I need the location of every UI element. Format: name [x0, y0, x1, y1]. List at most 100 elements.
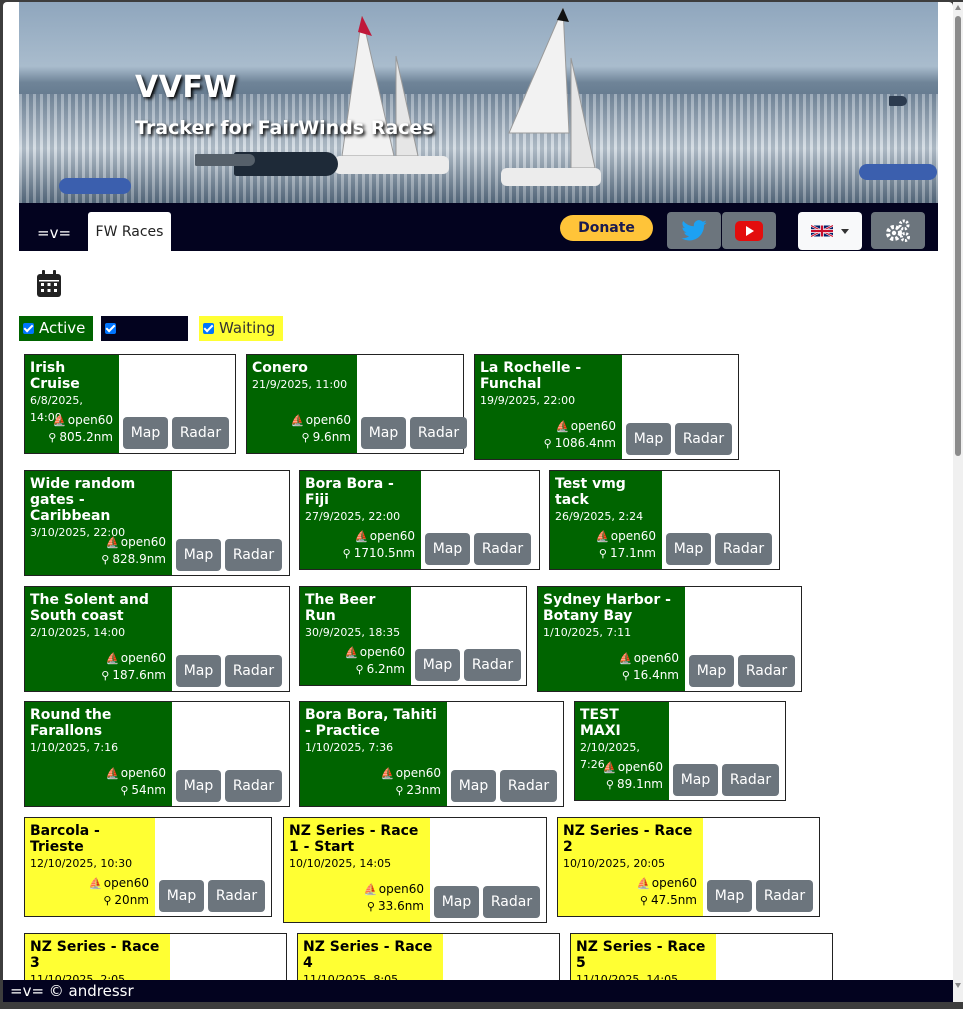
race-info: Conero 21/9/2025, 11:00 ⛵open60 ⚲ 9.6nm	[247, 355, 357, 453]
route-icon: ⚲	[101, 553, 110, 566]
checkbox-checked-icon	[23, 323, 34, 334]
map-button[interactable]: Map	[673, 764, 718, 796]
race-date: 10/10/2025, 20:05	[563, 857, 666, 870]
radar-button[interactable]: Radar	[500, 770, 557, 802]
radar-button[interactable]: Radar	[483, 886, 540, 918]
radar-button[interactable]: Radar	[225, 539, 282, 571]
scroll-down-icon[interactable]	[955, 983, 961, 988]
sailboat-icon: ⛵	[618, 652, 633, 665]
map-button[interactable]: Map	[176, 539, 221, 571]
route-icon: ⚲	[120, 784, 129, 797]
race-date: 12/10/2025, 10:30	[30, 857, 133, 870]
race-name: Bora Bora, Tahiti - Practice	[305, 707, 437, 739]
map-button[interactable]: Map	[425, 533, 470, 565]
browser-page: VVFW Tracker for FairWinds Races =v= FW …	[3, 2, 953, 1002]
route-icon: ⚲	[543, 437, 552, 450]
twitter-button[interactable]	[667, 212, 721, 249]
radar-button[interactable]: Radar	[172, 417, 229, 449]
distance-row: ⚲ 805.2nm	[44, 429, 113, 446]
calendar-icon[interactable]	[36, 270, 62, 298]
radar-button[interactable]: Radar	[756, 880, 813, 912]
race-name: Round the Farallons	[30, 707, 112, 739]
map-button[interactable]: Map	[626, 423, 671, 455]
race-card: Conero 21/9/2025, 11:00 ⛵open60 ⚲ 9.6nm Map Ra…	[246, 354, 467, 454]
filter-finished-checkbox[interactable]: Finished	[101, 316, 188, 362]
navbar-brand[interactable]: =v=	[37, 224, 71, 242]
scroll-up-icon[interactable]	[955, 5, 961, 10]
map-button[interactable]: Map	[361, 417, 406, 449]
tab-fw-races[interactable]: FW Races	[88, 212, 171, 251]
race-name: Irish Cruise	[30, 360, 80, 392]
race-name: TEST MAXI	[580, 707, 621, 739]
scrollbar[interactable]	[953, 2, 963, 1002]
distance-row: ⚲ 9.6nm	[291, 429, 351, 446]
boat-row: ⛵open60	[595, 528, 656, 545]
map-button[interactable]: Map	[707, 880, 752, 912]
map-button[interactable]: Map	[123, 417, 168, 449]
radar-button[interactable]: Radar	[225, 655, 282, 687]
race-name: NZ Series - Race 2	[563, 823, 693, 855]
donate-button[interactable]: Donate	[560, 215, 653, 241]
map-button[interactable]: Map	[176, 770, 221, 802]
race-distance: 1086.4nm	[554, 436, 616, 450]
race-distance: 47.5nm	[650, 893, 697, 907]
radar-button[interactable]: Radar	[722, 764, 779, 796]
boat-type: open60	[378, 882, 424, 896]
route-icon: ⚲	[355, 663, 364, 676]
sailboat-icon: ⛵	[105, 536, 120, 549]
radar-button[interactable]: Radar	[410, 417, 467, 449]
map-button[interactable]: Map	[434, 886, 479, 918]
boat-row: ⛵open60	[339, 528, 415, 545]
radar-button[interactable]: Radar	[738, 655, 795, 687]
race-meta: ⛵open60 ⚲ 9.6nm	[291, 412, 351, 446]
radar-button[interactable]: Radar	[208, 880, 265, 912]
race-card: Wide random gates - Caribbean 3/10/2025, …	[24, 470, 290, 576]
route-icon: ⚲	[101, 669, 110, 682]
language-dropdown[interactable]	[798, 212, 862, 250]
sailboat-right-image	[501, 8, 601, 186]
distance-row: ⚲ 47.5nm	[636, 892, 697, 909]
boat-type: open60	[120, 651, 166, 665]
sailboat-icon: ⛵	[105, 767, 120, 780]
sailboat-icon: ⛵	[354, 530, 369, 543]
filter-label: Waiting	[219, 319, 276, 337]
settings-button[interactable]	[871, 212, 925, 249]
race-meta: ⛵open60 ⚲ 16.4nm	[618, 650, 679, 684]
map-button[interactable]: Map	[159, 880, 204, 912]
map-button[interactable]: Map	[689, 655, 734, 687]
race-card: La Rochelle - Funchal 19/9/2025, 22:00 ⛵op…	[474, 354, 739, 460]
race-info: Sydney Harbor - Botany Bay 1/10/2025, 7:1…	[538, 587, 685, 691]
map-button[interactable]: Map	[666, 533, 711, 565]
race-distance: 89.1nm	[616, 777, 663, 791]
race-distance: 187.6nm	[112, 668, 166, 682]
boat-type: open60	[633, 651, 679, 665]
race-meta: ⛵open60 ⚲ 20nm	[89, 875, 149, 909]
filter-active-checkbox[interactable]: Active	[19, 316, 93, 341]
scrollbar-thumb[interactable]	[955, 16, 961, 456]
filter-waiting-checkbox[interactable]: Waiting	[199, 316, 283, 341]
radar-button[interactable]: Radar	[675, 423, 732, 455]
radar-button[interactable]: Radar	[464, 649, 521, 681]
race-meta: ⛵open60 ⚲ 805.2nm	[44, 412, 113, 446]
boat-type: open60	[395, 766, 441, 780]
youtube-button[interactable]	[722, 212, 776, 249]
distance-row: ⚲ 33.6nm	[363, 898, 424, 915]
race-meta: ⛵open60 ⚲ 6.2nm	[345, 644, 405, 678]
race-date: 19/9/2025, 22:00	[480, 394, 576, 407]
site-subtitle: Tracker for FairWinds Races	[135, 117, 434, 139]
race-meta: ⛵open60 ⚲ 89.1nm	[602, 759, 663, 793]
map-button[interactable]: Map	[451, 770, 496, 802]
sailboat-icon: ⛵	[363, 883, 378, 896]
route-icon: ⚲	[598, 547, 607, 560]
sailboat-left-image	[334, 16, 449, 174]
radar-button[interactable]: Radar	[474, 533, 531, 565]
distance-row: ⚲ 17.1nm	[595, 545, 656, 562]
race-info: NZ Series - Race 311/10/2025, 2:05	[25, 934, 170, 986]
radar-button[interactable]: Radar	[715, 533, 772, 565]
map-button[interactable]: Map	[176, 655, 221, 687]
race-distance: 17.1nm	[609, 546, 656, 560]
boat-row: ⛵open60	[44, 412, 113, 429]
map-button[interactable]: Map	[415, 649, 460, 681]
radar-button[interactable]: Radar	[225, 770, 282, 802]
race-info: La Rochelle - Funchal 19/9/2025, 22:00 ⛵op…	[475, 355, 622, 459]
